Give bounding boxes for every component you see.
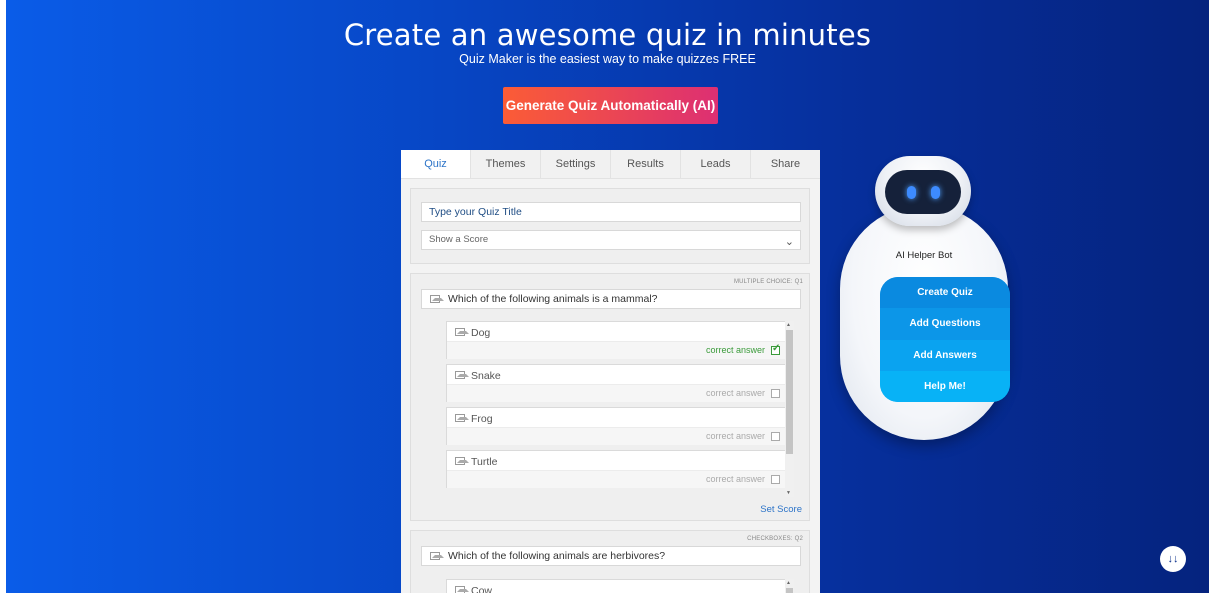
correct-answer-checkbox[interactable] [771,343,780,355]
image-icon[interactable] [455,586,469,593]
question-type-label: MULTIPLE CHOICE: Q1 [733,279,803,285]
correct-answer-label: correct answer [705,345,765,355]
question-card-2: CHECKBOXES: Q2 Which of the following an… [410,530,810,593]
score-select-value: Show a Score [429,234,489,245]
correct-answer-checkbox[interactable] [771,432,780,441]
question-text: Which of the following animals is a mamm… [448,293,658,305]
hero-title: Create an awesome quiz in minutes [343,18,872,52]
help-me-button[interactable]: Help Me! [880,370,1010,402]
image-icon[interactable] [430,295,444,303]
quiz-title-input[interactable]: Type your Quiz Title [421,202,801,222]
set-score-link[interactable]: Set Score [760,504,802,515]
scroll-up-arrow-icon[interactable]: ▲ [786,322,791,328]
score-display-select[interactable]: Show a Score ⌄ [421,230,801,250]
bot-eye-icon [931,186,940,199]
create-quiz-button[interactable]: Create Quiz [880,277,1010,309]
image-icon[interactable] [455,328,469,336]
page-background: Create an awesome quiz in minutes Quiz M… [6,0,1209,593]
bot-visor [885,170,961,214]
answer-footer: correct answer [447,470,785,488]
question-text-input[interactable]: Which of the following animals are herbi… [421,546,801,566]
correct-answer-checkbox[interactable] [771,475,780,484]
answer-label[interactable]: Frog [471,413,493,425]
tab-share[interactable]: Share [751,150,820,178]
tab-leads[interactable]: Leads [681,150,751,178]
chevron-down-icon: ⌄ [784,236,794,248]
answers-scrollbar[interactable]: ▲ ▼ [785,321,794,497]
question-type-label: CHECKBOXES: Q2 [747,536,803,542]
answer-label[interactable]: Dog [471,327,490,339]
editor-tabs: Quiz Themes Settings Results Leads Share [401,150,820,179]
bot-name: AI Helper Bot [895,250,953,261]
scroll-down-arrow-icon[interactable]: ▼ [786,490,791,496]
question-text: Which of the following animals are herbi… [448,550,666,562]
correct-answer-checkbox[interactable] [771,389,780,398]
correct-answer-label: correct answer [705,431,765,441]
generate-quiz-ai-button[interactable]: Generate Quiz Automatically (AI) [503,87,718,124]
answer-item: Cow [446,579,786,593]
correct-answer-label: correct answer [705,388,765,398]
answer-item: Turtle correct answer [446,450,786,488]
answer-item: Frog correct answer [446,407,786,445]
image-icon[interactable] [455,414,469,422]
answer-footer: correct answer [447,384,785,402]
tab-quiz[interactable]: Quiz [401,150,471,178]
answer-item: Snake correct answer [446,364,786,402]
image-icon[interactable] [455,371,469,379]
answer-label[interactable]: Cow [471,585,492,593]
tab-results[interactable]: Results [611,150,681,178]
bot-eye-icon [907,186,916,199]
double-chevron-down-icon[interactable]: ↓↓ [1160,546,1186,572]
correct-answer-label: correct answer [705,474,765,484]
bot-menu: Create Quiz Add Questions Add Answers He… [880,277,1010,402]
bot-head [875,156,971,226]
answer-label[interactable]: Turtle [471,456,497,468]
question-text-input[interactable]: Which of the following animals is a mamm… [421,289,801,309]
answers-list: Cow ▲ [446,579,794,593]
add-answers-button[interactable]: Add Answers [880,339,1010,371]
quiz-settings-card: Type your Quiz Title Show a Score ⌄ [410,188,810,264]
scrollbar-thumb[interactable] [786,330,793,454]
hero-subtitle: Quiz Maker is the easiest way to make qu… [459,52,756,66]
tab-themes[interactable]: Themes [471,150,541,178]
answers-list: Dog correct answer Snake correct answer [446,321,794,497]
answer-footer: correct answer [447,427,785,445]
scroll-up-arrow-icon[interactable]: ▲ [786,580,791,586]
add-questions-button[interactable]: Add Questions [880,308,1010,340]
answer-label[interactable]: Snake [471,370,501,382]
answer-footer: correct answer [447,341,785,359]
tab-settings[interactable]: Settings [541,150,611,178]
answers-scrollbar[interactable]: ▲ [785,579,794,593]
image-icon[interactable] [455,457,469,465]
image-icon[interactable] [430,552,444,560]
question-card-1: MULTIPLE CHOICE: Q1 Which of the followi… [410,273,810,521]
ai-helper-bot: AI Helper Bot Create Quiz Add Questions … [840,205,1010,440]
scrollbar-thumb[interactable] [786,588,793,593]
quiz-editor-panel: Quiz Themes Settings Results Leads Share… [401,150,820,593]
answer-item: Dog correct answer [446,321,786,359]
